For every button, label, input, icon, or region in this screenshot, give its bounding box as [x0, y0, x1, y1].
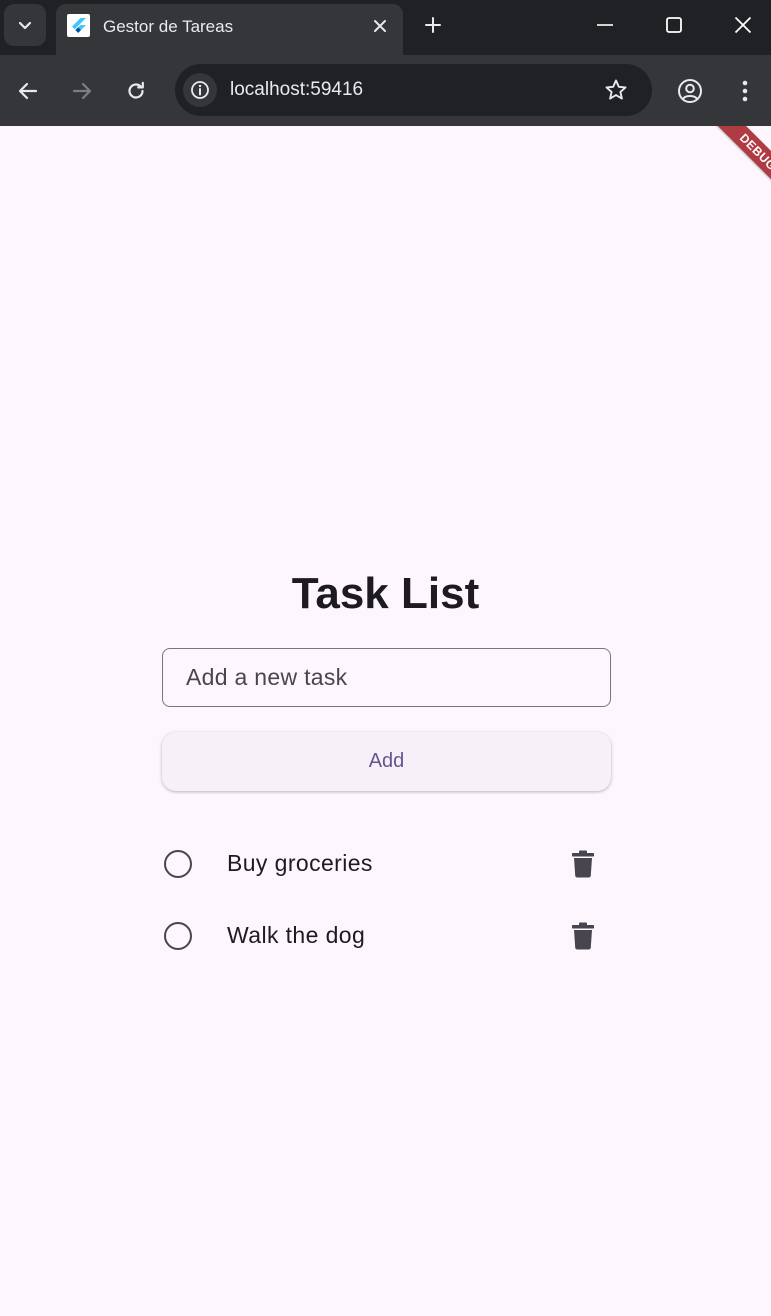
arrow-right-icon: [72, 82, 92, 100]
browser-titlebar: Gestor de Tareas: [0, 0, 771, 55]
forward-button[interactable]: [67, 76, 97, 106]
star-icon: [605, 79, 627, 100]
trash-icon: [572, 850, 594, 878]
task-list: Buy groceries Walk the dog: [162, 826, 611, 970]
address-bar[interactable]: localhost:59416: [175, 64, 652, 116]
url-text: localhost:59416: [230, 79, 364, 100]
browser-menu-button[interactable]: [730, 76, 760, 106]
task-label: Walk the dog: [227, 922, 366, 948]
delete-task-button[interactable]: [567, 848, 599, 880]
minimize-icon: [597, 24, 613, 26]
back-button[interactable]: [13, 76, 43, 106]
chevron-down-icon: [18, 21, 32, 30]
info-icon: [191, 81, 209, 99]
reload-icon: [128, 81, 144, 99]
profile-button[interactable]: [675, 76, 705, 106]
site-info-button[interactable]: [183, 73, 217, 107]
radio-unchecked-icon[interactable]: [164, 922, 192, 950]
arrow-left-icon: [18, 82, 38, 100]
browser-tab-active[interactable]: Gestor de Tareas: [56, 4, 403, 55]
flutter-icon: [67, 14, 90, 37]
reload-button[interactable]: [121, 76, 151, 106]
more-vert-icon: [742, 80, 748, 102]
task-item: Buy groceries: [162, 826, 611, 898]
window-close-button[interactable]: [728, 12, 758, 38]
app-page: DEBUG Task List Add Buy groceries Walk t…: [0, 126, 771, 1316]
new-task-input[interactable]: [162, 648, 611, 707]
tab-title: Gestor de Tareas: [103, 17, 234, 36]
close-icon: [374, 20, 386, 32]
plus-icon: [425, 17, 441, 33]
new-tab-button[interactable]: [420, 12, 446, 38]
window-maximize-button[interactable]: [659, 12, 689, 38]
task-label: Buy groceries: [227, 850, 373, 876]
account-circle-icon: [678, 79, 702, 103]
add-task-button[interactable]: Add: [162, 732, 611, 791]
tab-close-button[interactable]: [369, 15, 391, 37]
task-item: Walk the dog: [162, 898, 611, 970]
delete-task-button[interactable]: [567, 920, 599, 952]
close-icon: [734, 16, 752, 34]
bookmark-button[interactable]: [601, 75, 631, 105]
page-title: Task List: [291, 569, 480, 618]
maximize-icon: [666, 17, 682, 33]
browser-toolbar: localhost:59416: [0, 55, 771, 126]
debug-banner: DEBUG: [701, 126, 771, 209]
tab-search-button[interactable]: [4, 4, 46, 46]
trash-icon: [572, 922, 594, 950]
radio-unchecked-icon[interactable]: [164, 850, 192, 878]
window-minimize-button[interactable]: [590, 12, 620, 38]
